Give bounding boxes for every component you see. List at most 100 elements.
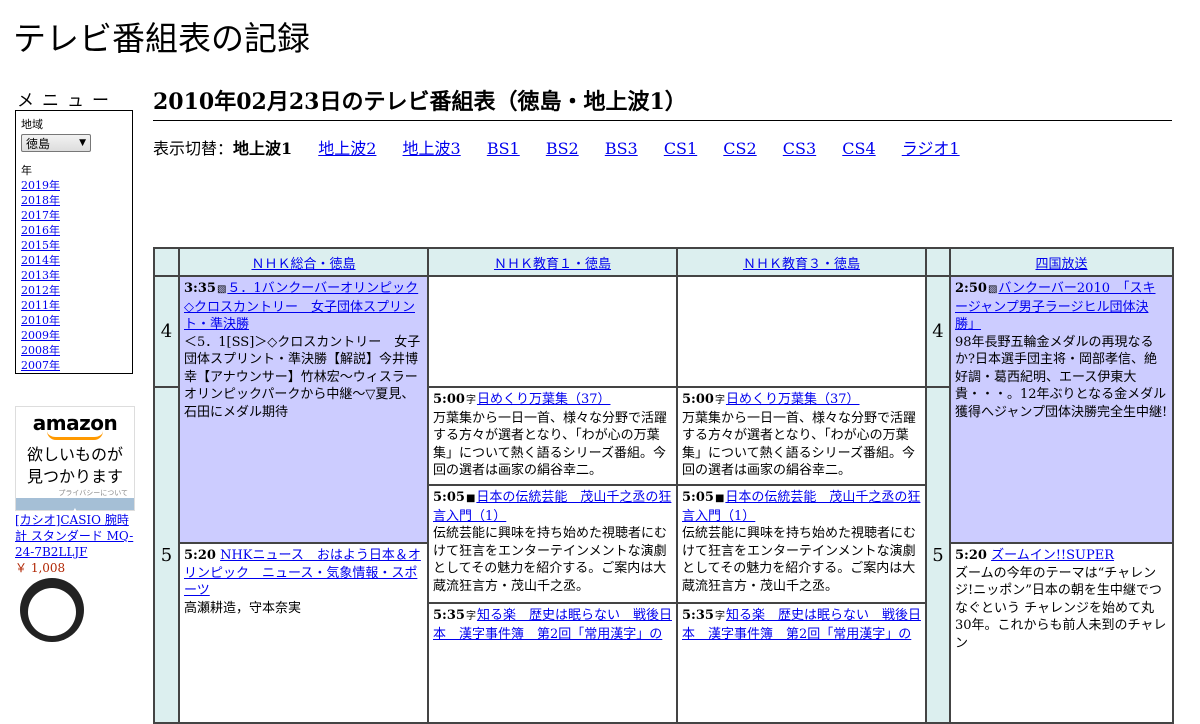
year-link-2016[interactable]: 2016年 (21, 224, 60, 237)
ad-product-price: ￥ 1,008 (15, 561, 66, 575)
subtitle-icon: 字 (714, 611, 725, 622)
year-link-2017[interactable]: 2017年 (21, 209, 60, 222)
channel-link-edu3[interactable]: ＮＨＫ教育３・徳島 (743, 257, 860, 272)
program-desc: ＜5．1[SS]＞◇クロスカントリー 女子団体スプリント・準決勝【解説】今井博幸… (184, 334, 421, 420)
channel-header-edu1: ＮＨＫ教育１・徳島 (427, 247, 678, 277)
hour-cell-4: 4 (925, 275, 951, 388)
switch-link-cs4[interactable]: CS4 (842, 139, 875, 158)
program-cell: 5:20 NHKニュース おはよう日本＆オリンピック ニュース・気象情報・スポー… (178, 542, 429, 724)
program-cell: 5:35字知る楽 歴史は眠らない 戦後日本 漢字事件簿 第2回「常用漢字」の (676, 602, 927, 724)
program-time: 2:50 (955, 281, 987, 296)
switch-link-cs1[interactable]: CS1 (664, 139, 697, 158)
chevron-down-icon: ▼ (79, 138, 86, 148)
ad-product: [カシオ]CASIO 腕時計 スタンダード MQ-24-7B2LLJF ￥ 1,… (15, 512, 140, 576)
hour-cell-5: 5 (153, 386, 180, 724)
region-select[interactable]: 徳島 ▼ (21, 134, 91, 152)
year-link-2018[interactable]: 2018年 (21, 194, 60, 207)
data-broadcast-icon: ■ (714, 493, 725, 504)
program-title-link[interactable]: 日めくり万葉集（37） (726, 392, 860, 407)
program-grid: ＮＨＫ総合・徳島 ＮＨＫ教育１・徳島 ＮＨＫ教育３・徳島 四国放送 4 3:35… (153, 247, 1174, 724)
region-label: 地域 (21, 118, 43, 131)
year-label: 年 (21, 164, 32, 177)
data-broadcast-icon: ■ (465, 493, 476, 504)
program-desc: 万葉集から一日一首、様々な分野で活躍する方々が選者となり、「わが心の万葉集」につ… (682, 410, 917, 479)
menu-box: 地域 徳島 ▼ 年 2019年 2018年 2017年 2016年 2015年 … (15, 110, 133, 374)
year-link-2013[interactable]: 2013年 (21, 269, 60, 282)
page-title: 2010年02月23日のテレビ番組表（徳島・地上波1） (153, 84, 1172, 121)
ad-expand-bar[interactable]: ▲ (16, 498, 134, 515)
channel-link-nhk[interactable]: ＮＨＫ総合・徳島 (251, 257, 355, 272)
program-title-link[interactable]: 日めくり万葉集（37） (477, 392, 611, 407)
year-link-2011[interactable]: 2011年 (21, 299, 60, 312)
hour-cell-5: 5 (925, 386, 951, 724)
ad-copy: 欲しいものが 見つかります (16, 444, 134, 488)
program-desc: 98年長野五輪金メダルの再現なるか?日本選手団主将・岡部孝信、絶好調・葛西紀明、… (955, 334, 1168, 420)
year-link-2009[interactable]: 2009年 (21, 329, 60, 342)
switcher-label: 表示切替： (153, 139, 234, 158)
switch-link-cs3[interactable]: CS3 (783, 139, 816, 158)
program-time: 5:35 (682, 608, 714, 623)
program-cell: 5:20 ズームイン!!SUPER ズームの今年のテーマは“チャレンジ!ニッポン… (949, 542, 1174, 724)
program-cell: 3:35▧５．1バンクーバーオリンピック◇クロスカントリー 女子団体スプリント・… (178, 275, 429, 544)
switch-link-bs3[interactable]: BS3 (605, 139, 638, 158)
program-time: 5:20 (955, 548, 987, 563)
year-list: 2019年 2018年 2017年 2016年 2015年 2014年 2013… (21, 178, 127, 373)
ad-privacy-link[interactable]: プライバシーについて (16, 488, 128, 498)
program-time: 5:00 (682, 392, 714, 407)
ad-copy-line2: 見つかります (26, 467, 123, 486)
corner-cell (153, 247, 180, 277)
site-title: テレビ番組表の記録 (13, 19, 310, 58)
channel-switcher: 表示切替：地上波1 地上波2 地上波3 BS1 BS2 BS3 CS1 CS2 … (153, 135, 960, 159)
switch-link-bs2[interactable]: BS2 (546, 139, 579, 158)
program-title-link[interactable]: ズームイン!!SUPER (991, 548, 1114, 563)
switch-link-chijou2[interactable]: 地上波2 (318, 139, 376, 158)
program-desc: ズームの今年のテーマは“チャレンジ!ニッポン”日本の朝を生中継でつなぐという チ… (955, 565, 1167, 651)
year-link-2007[interactable]: 2007年 (21, 359, 60, 372)
program-time: 5:05 (433, 490, 465, 505)
year-link-2014[interactable]: 2014年 (21, 254, 60, 267)
program-time: 5:00 (433, 392, 465, 407)
switch-link-chijou3[interactable]: 地上波3 (403, 139, 461, 158)
program-cell: 5:35字知る楽 歴史は眠らない 戦後日本 漢字事件簿 第2回「常用漢字」の (427, 602, 678, 724)
watch-image[interactable] (20, 578, 84, 642)
hour-cell-4: 4 (153, 275, 180, 388)
program-time: 5:35 (433, 608, 465, 623)
program-cell: 5:00字日めくり万葉集（37） 万葉集から一日一首、様々な分野で活躍する方々が… (427, 386, 678, 486)
ad-copy-line1: 欲しいものが (26, 445, 123, 464)
corner-cell-mid (925, 247, 951, 277)
amazon-ad[interactable]: amazon 欲しいものが 見つかります プライバシーについて ▲ (15, 406, 135, 515)
program-cell: 2:50▧バンクーバー2010 「スキージャンプ男子ラージヒル団体決勝」 98年… (949, 275, 1174, 544)
switch-link-cs2[interactable]: CS2 (723, 139, 756, 158)
year-link-2012[interactable]: 2012年 (21, 284, 60, 297)
program-cell: 5:00字日めくり万葉集（37） 万葉集から一日一首、様々な分野で活躍する方々が… (676, 386, 927, 486)
program-desc: 伝統芸能に興味を持ち始めた視聴者にむけて狂言をエンターテインメントな演劇としてそ… (682, 526, 917, 594)
switch-link-radio1[interactable]: ラジオ1 (902, 139, 960, 158)
program-desc: 万葉集から一日一首、様々な分野で活躍する方々が選者となり、「わが心の万葉集」につ… (433, 410, 668, 479)
switch-link-bs1[interactable]: BS1 (487, 139, 520, 158)
channel-link-edu1[interactable]: ＮＨＫ教育１・徳島 (494, 257, 611, 272)
program-time: 5:05 (682, 490, 714, 505)
program-time: 3:35 (184, 281, 216, 296)
channel-header-nhk: ＮＨＫ総合・徳島 (178, 247, 429, 277)
year-link-2008[interactable]: 2008年 (21, 344, 60, 357)
broadcast-icon: ▧ (216, 284, 227, 295)
ad-product-link[interactable]: [カシオ]CASIO 腕時計 スタンダード MQ-24-7B2LLJF (15, 513, 133, 559)
empty-program-cell (676, 275, 927, 388)
channel-header-edu3: ＮＨＫ教育３・徳島 (676, 247, 927, 277)
empty-program-cell (427, 275, 678, 388)
broadcast-icon: ▧ (987, 284, 998, 295)
program-time: 5:20 (184, 548, 216, 563)
subtitle-icon: 字 (714, 395, 725, 406)
watch-face-icon (28, 588, 76, 636)
year-link-2010[interactable]: 2010年 (21, 314, 60, 327)
program-title-link[interactable]: NHKニュース おはよう日本＆オリンピック ニュース・気象情報・スポーツ (184, 548, 421, 598)
switcher-current: 地上波1 (233, 139, 293, 158)
year-link-2019[interactable]: 2019年 (21, 179, 60, 192)
subtitle-icon: 字 (465, 395, 476, 406)
program-cell: 5:05■日本の伝統芸能 茂山千之丞の狂言入門（1） 伝統芸能に興味を持ち始めた… (676, 484, 927, 604)
year-link-2015[interactable]: 2015年 (21, 239, 60, 252)
program-desc: 伝統芸能に興味を持ち始めた視聴者にむけて狂言をエンターテインメントな演劇としてそ… (433, 526, 668, 594)
subtitle-icon: 字 (465, 611, 476, 622)
channel-link-shikoku[interactable]: 四国放送 (1035, 257, 1087, 272)
menu-title: メニュー (17, 91, 117, 111)
